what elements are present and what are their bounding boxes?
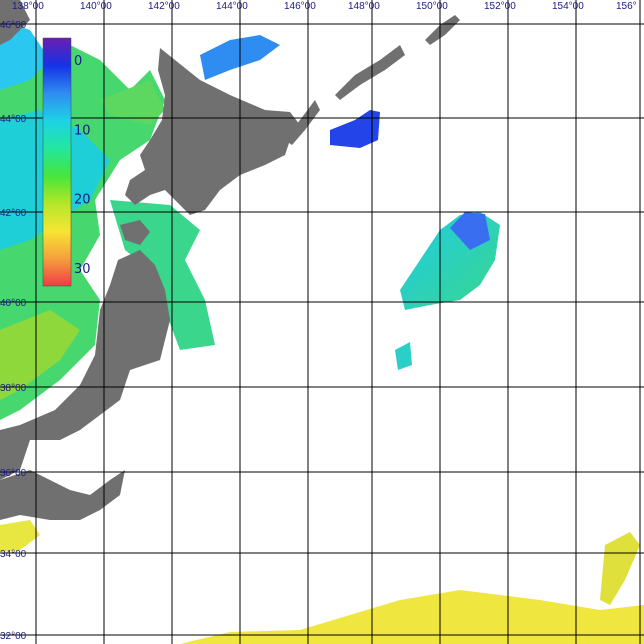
lon-label: 138°00	[12, 1, 44, 12]
lat-label: 34°00	[0, 549, 27, 560]
land-kuril-2	[335, 45, 405, 100]
colorbar-tick-label: 30	[74, 262, 91, 277]
lat-label: 32°00	[0, 631, 27, 642]
sst-patch-sw-yellow	[0, 520, 40, 552]
lon-label: 152°00	[484, 1, 516, 12]
colorbar-tick-label: 20	[74, 193, 91, 208]
lat-label: 44°00	[0, 114, 27, 125]
sst-patch-south-yellow	[180, 590, 644, 644]
lon-label: 144°00	[216, 1, 248, 12]
colorbar-tick-label: 0	[74, 54, 82, 69]
land-kuril-3	[425, 15, 460, 45]
lon-label: 154°00	[552, 1, 584, 12]
colorbar-tick-label: 10	[74, 123, 91, 138]
sst-patch-se-yellow	[600, 532, 640, 605]
lon-label: 140°00	[80, 1, 112, 12]
lon-label: 146°00	[284, 1, 316, 12]
lon-label: 148°00	[348, 1, 380, 12]
lat-label: 36°00	[0, 468, 27, 479]
lon-label: 156°	[616, 1, 637, 12]
colorbar-scale	[42, 37, 72, 287]
lat-label: 38°00	[0, 383, 27, 394]
longitude-labels: 138°00 140°00 142°00 144°00 146°00 148°00 150°…	[12, 1, 637, 12]
lat-label: 40°00	[0, 298, 27, 309]
sst-patch-small-cyan	[395, 342, 412, 370]
lon-label: 142°00	[148, 1, 180, 12]
sst-data-layer	[0, 20, 644, 644]
sea-surface-temperature-map: 138°00 140°00 142°00 144°00 146°00 148°00 150°…	[0, 0, 644, 644]
lat-label: 42°00	[0, 208, 27, 219]
lon-label: 150°00	[416, 1, 448, 12]
lat-label: 46°00	[0, 20, 27, 31]
